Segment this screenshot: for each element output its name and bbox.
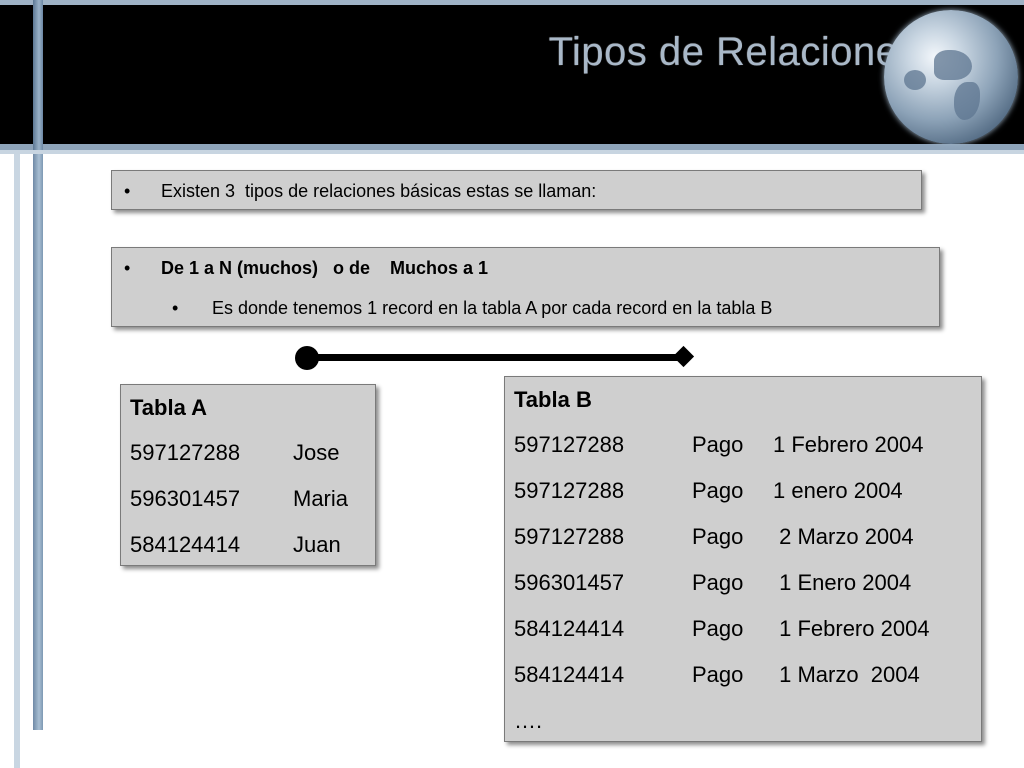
header-bottom-line xyxy=(0,150,1024,154)
table-b-id-cell: 597127288 xyxy=(514,478,625,503)
relation-title: De 1 a N (muchos) o de Muchos a 1 xyxy=(161,258,489,278)
table-b-concept-cell: Pago xyxy=(692,662,744,687)
table-a-title: Tabla A xyxy=(130,395,208,420)
table-b-id-cell: 584124414 xyxy=(514,662,625,687)
bullet: • xyxy=(124,181,131,201)
table-b-concept-cell: Pago xyxy=(692,432,744,457)
table-b-date-cell: 1 enero 2004 xyxy=(773,478,903,503)
table-a-id-cell: 584124414 xyxy=(130,532,241,557)
bullet: • xyxy=(124,258,131,278)
table-b-id-cell: 584124414 xyxy=(514,616,625,641)
slide-header: Tipos de Relaciones xyxy=(0,0,1024,150)
table-a-name-cell: Jose xyxy=(293,440,340,465)
table-b-ellipsis: …. xyxy=(514,708,543,733)
header-top-line xyxy=(0,0,1024,5)
globe-icon xyxy=(884,10,1018,144)
many-end-diamond-icon xyxy=(672,345,695,368)
table-b-concept-cell: Pago xyxy=(692,524,744,549)
table-b-concept-cell: Pago xyxy=(692,570,744,595)
relation-description: Es donde tenemos 1 record en la tabla A … xyxy=(212,298,773,318)
slide-title: Tipos de Relaciones xyxy=(548,30,919,74)
table-a-id-cell: 597127288 xyxy=(130,440,241,465)
sub-bullet: • xyxy=(172,298,179,318)
table-b-concept-cell: Pago xyxy=(692,478,744,503)
table-a-name-cell: Maria xyxy=(293,486,349,511)
table-a-name-cell: Juan xyxy=(293,532,341,557)
table-b-title: Tabla B xyxy=(514,387,592,412)
table-a-id-cell: 596301457 xyxy=(130,486,241,511)
intro-text-box: • Existen 3 tipos de relaciones básicas … xyxy=(111,170,922,210)
one-end-dot-icon xyxy=(295,346,319,370)
table-b-concept-cell: Pago xyxy=(692,616,744,641)
table-b-id-cell: 596301457 xyxy=(514,570,625,595)
table-b-date-cell: 1 Febrero 2004 xyxy=(773,432,924,457)
table-b-date-cell: 1 Marzo 2004 xyxy=(773,662,920,687)
table-b-box: Tabla B 597127288 Pago 1 Febrero 2004 59… xyxy=(504,376,982,742)
table-b-id-cell: 597127288 xyxy=(514,524,625,549)
table-a-box: Tabla A 597127288 Jose 596301457 Maria 5… xyxy=(120,384,376,566)
header-vertical-bar xyxy=(33,0,43,150)
relation-text-box: • De 1 a N (muchos) o de Muchos a 1 • Es… xyxy=(111,247,940,327)
intro-text: Existen 3 tipos de relaciones básicas es… xyxy=(161,181,597,201)
relationship-connector-line xyxy=(308,354,682,361)
table-b-id-cell: 597127288 xyxy=(514,432,625,457)
table-b-date-cell: 1 Febrero 2004 xyxy=(773,616,930,641)
table-b-date-cell: 1 Enero 2004 xyxy=(773,570,912,595)
table-b-date-cell: 2 Marzo 2004 xyxy=(773,524,914,549)
